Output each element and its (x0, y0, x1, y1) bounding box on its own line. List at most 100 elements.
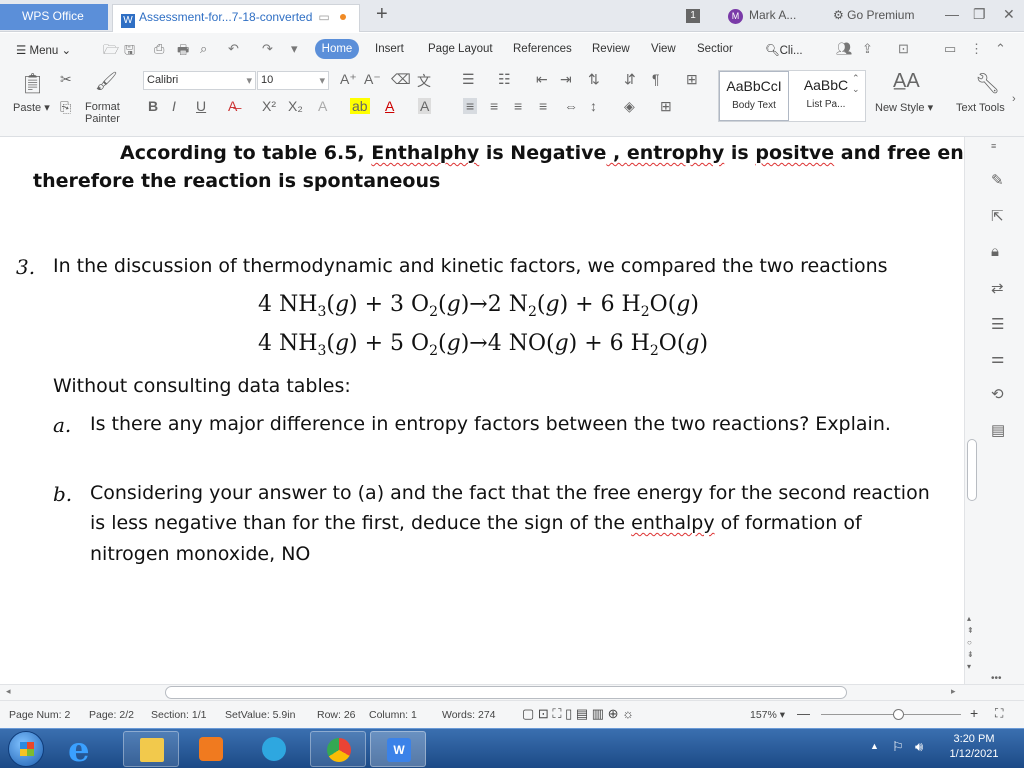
document-canvas[interactable]: According to table 6.5, Enthalphy is Neg… (0, 137, 964, 684)
table-icon[interactable]: ⊞ (686, 71, 698, 88)
text-effect-icon[interactable]: A (318, 98, 327, 114)
go-premium-button[interactable]: ⚙ Go Premium (833, 8, 914, 22)
numbering-icon[interactable]: ☷ (498, 71, 511, 88)
tab-insert[interactable]: Insert (375, 43, 404, 55)
zoom-select[interactable]: 157% ▾ (750, 709, 785, 721)
status-section[interactable]: Section: 1/1 (151, 709, 206, 721)
collapse-ribbon-icon[interactable]: ⌃ (995, 41, 1006, 57)
document-tab[interactable]: W Assessment-for...7-18-converted ▭ (112, 4, 360, 32)
paste-button[interactable]: Paste ▾ (13, 101, 50, 114)
wps-office-tab[interactable]: WPS Office (0, 4, 108, 30)
borders-icon[interactable]: ⊞ (660, 98, 672, 115)
collaborate-icon[interactable]: 👥︎ (836, 41, 853, 57)
show-marks-icon[interactable]: ¶ (652, 71, 660, 87)
zoom-slider-track[interactable] (821, 714, 961, 715)
comment-panel-icon[interactable]: ▭ (944, 41, 956, 57)
file-explorer-button[interactable] (123, 731, 179, 767)
misspelled-word[interactable]: , (606, 142, 626, 164)
volume-icon[interactable]: 🔊︎ (915, 739, 923, 755)
more-sidebar-icon[interactable]: ••• (991, 673, 1002, 684)
status-words[interactable]: Words: 274 (442, 709, 496, 721)
scroll-left-icon[interactable]: ◂ (6, 686, 11, 697)
text-tools-icon[interactable]: 🔧︎ (975, 71, 1000, 96)
minimize-button[interactable]: — (945, 6, 959, 22)
decrease-indent-icon[interactable]: ⇤ (536, 71, 548, 88)
tab-view[interactable]: View (651, 43, 676, 55)
save-icon[interactable]: 🖫 (124, 41, 135, 63)
align-center-icon[interactable]: ≡ (490, 98, 498, 114)
scroll-right-icon[interactable]: ▸ (951, 686, 956, 697)
command-search[interactable]: 🔍︎Cli... (765, 43, 803, 57)
ribbon-scroll-right-icon[interactable]: › (1012, 93, 1016, 105)
redo-icon[interactable]: ↷ (262, 41, 273, 57)
share-icon[interactable]: ⇪ (862, 41, 873, 57)
horizontal-scrollbar-thumb[interactable] (165, 686, 847, 699)
distributed-icon[interactable]: ⇔ (564, 98, 578, 114)
network-icon[interactable]: ⚐ (892, 739, 904, 755)
restore-button[interactable]: ❐ (973, 6, 986, 23)
history-icon[interactable]: ⟲ (991, 385, 1004, 403)
style-body-text[interactable]: AaBbCcI Body Text (719, 71, 789, 121)
superscript-icon[interactable]: X² (262, 98, 276, 114)
view-mode-icons[interactable]: ▢ ⊡ ⛶ ▯ ▤ ▥ ⊕ ☼ (522, 706, 634, 722)
chrome-button[interactable] (310, 731, 366, 767)
tab-page-layout[interactable]: Page Layout (428, 43, 493, 55)
paste-icon[interactable]: 📋︎ (20, 71, 45, 96)
customize-icon[interactable]: ▾ (291, 41, 298, 57)
fit-page-icon[interactable]: ⛶ (995, 706, 1003, 721)
pen-icon[interactable]: ✎ (991, 171, 1004, 189)
clock[interactable]: 3:20 PM 1/12/2021 (946, 733, 1002, 760)
grow-font-icon[interactable]: A⁺ (340, 71, 357, 88)
backup-icon[interactable]: ▤ (991, 421, 1005, 439)
new-style-icon[interactable]: A̲A (893, 70, 920, 93)
page-nav-icon[interactable]: ▴ ⇞ ○ ⇟ ▾ (967, 613, 974, 673)
text-direction-icon[interactable]: ⇅ (588, 71, 600, 88)
misspelled-word[interactable]: enthalpy (631, 512, 714, 534)
highlight-icon[interactable]: ab (350, 98, 370, 114)
media-player-button[interactable] (183, 731, 239, 767)
tray-expand-icon[interactable]: ▲ (870, 741, 879, 751)
more-icon[interactable]: ⋮ (970, 41, 983, 57)
sidebar-grip-icon[interactable]: ≡ (991, 141, 996, 151)
style-list-paragraph[interactable]: AaBbC List Pa... (791, 71, 861, 121)
strikethrough-icon[interactable]: A̶ (228, 98, 237, 114)
main-menu-button[interactable]: ☰ Menu ⌄ (16, 43, 71, 57)
internet-explorer-icon[interactable]: e (68, 730, 90, 768)
new-style-button[interactable]: New Style ▾ (875, 101, 933, 114)
undo-icon[interactable]: ↶ (228, 41, 239, 57)
misspelled-word[interactable]: Enthalphy (371, 142, 479, 164)
adjust-icon[interactable]: ⚌ (991, 349, 1004, 367)
shading-icon[interactable]: ◈ (624, 98, 635, 115)
vertical-scrollbar-thumb[interactable] (967, 439, 977, 501)
sort-icon[interactable]: ⇵ (624, 71, 636, 88)
tab-home[interactable]: Home (315, 39, 359, 59)
close-button[interactable]: ✕ (1003, 6, 1015, 23)
font-color-icon[interactable]: A (385, 98, 394, 114)
misspelled-word[interactable]: entrophy (627, 142, 724, 164)
start-button[interactable] (8, 731, 44, 767)
align-right-icon[interactable]: ≡ (514, 98, 522, 114)
justify-icon[interactable]: ≡ (539, 98, 547, 114)
underline-icon[interactable]: U (196, 98, 206, 114)
tab-references[interactable]: References (513, 43, 572, 55)
subscript-icon[interactable]: X₂ (288, 98, 303, 114)
misspelled-word[interactable]: positve (755, 142, 834, 164)
tab-review[interactable]: Review (592, 43, 630, 55)
status-column[interactable]: Column: 1 (369, 709, 417, 721)
italic-icon[interactable]: I (172, 98, 176, 114)
font-size-select[interactable]: 10 ▾ (257, 71, 329, 90)
line-spacing-icon[interactable]: ↕ (590, 98, 597, 114)
increase-indent-icon[interactable]: ⇥ (560, 71, 572, 88)
shrink-font-icon[interactable]: A⁻ (364, 71, 381, 88)
zoom-slider-knob[interactable] (893, 709, 904, 720)
open-icon[interactable]: 🗁 (103, 41, 119, 63)
bold-icon[interactable]: B (148, 98, 158, 114)
align-left-icon[interactable]: ≡ (463, 98, 478, 114)
style-scroll-icon[interactable]: ⌃ ⌄ (852, 73, 860, 95)
status-row[interactable]: Row: 26 (317, 709, 356, 721)
new-tab-button[interactable]: + (376, 3, 388, 26)
tab-count-badge[interactable]: 1 (686, 9, 700, 23)
character-shading-icon[interactable]: A (418, 98, 432, 114)
copy-icon[interactable]: ⎘ (60, 99, 71, 116)
format-painter-label-2[interactable]: Painter (85, 113, 120, 125)
